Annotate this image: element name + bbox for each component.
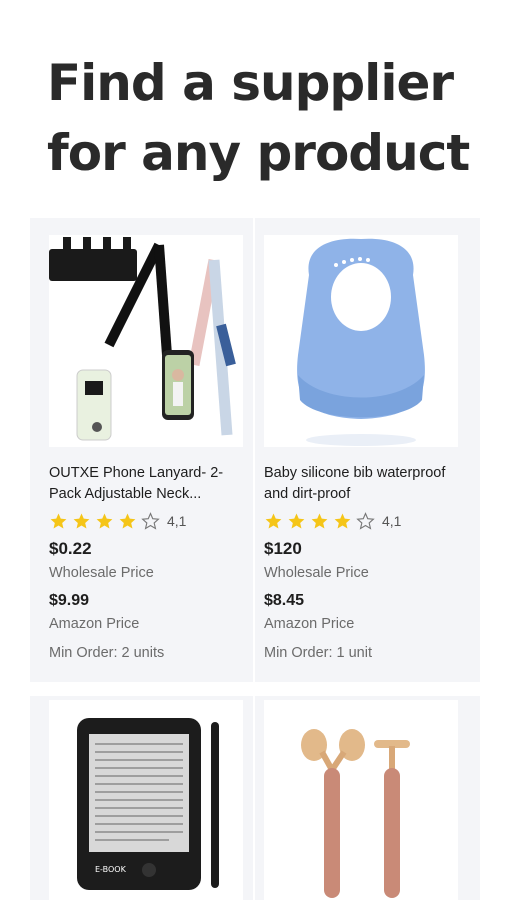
headline-line-2: for any product [47, 124, 470, 182]
min-order: Min Order: 1 unit [264, 645, 372, 661]
star-filled-icon [334, 513, 351, 529]
headline-line-1: Find a supplier [47, 54, 454, 112]
amazon-label: Amazon Price [49, 616, 140, 632]
star-filled-icon [265, 513, 282, 529]
product-title[interactable]: OUTXE Phone Lanyard- 2-Pack Adjustable N… [49, 463, 255, 505]
ebook-brand-label: E-BOOK [95, 865, 127, 874]
product-card[interactable]: Baby silicone bib waterproof and dirt-pr… [264, 235, 470, 661]
product-card[interactable] [264, 700, 470, 900]
product-rating: 4,1 [264, 511, 470, 531]
wholesale-label: Wholesale Price [264, 565, 369, 581]
product-rating: 4,1 [49, 511, 255, 531]
star-filled-icon [311, 513, 328, 529]
wholesale-label: Wholesale Price [49, 565, 154, 581]
product-title[interactable]: Baby silicone bib waterproof and dirt-pr… [264, 463, 470, 505]
product-card[interactable]: E-BOOK [49, 700, 255, 900]
wholesale-price: $120 [264, 539, 302, 558]
baby-bib-image[interactable] [264, 235, 458, 447]
amazon-price: $9.99 [49, 592, 90, 609]
star-filled-icon [96, 513, 113, 529]
product-card[interactable]: OUTXE Phone Lanyard- 2-Pack Adjustable N… [49, 235, 255, 661]
rating-value: 4,1 [167, 513, 187, 529]
phone-lanyard-image[interactable] [49, 235, 243, 447]
min-order: Min Order: 2 units [49, 645, 165, 661]
page-headline: Find a supplier for any product [47, 48, 487, 188]
amazon-label: Amazon Price [264, 616, 355, 632]
wholesale-price: $0.22 [49, 539, 92, 558]
rating-value: 4,1 [382, 513, 402, 529]
star-filled-icon [50, 513, 67, 529]
amazon-price: $8.45 [264, 592, 305, 609]
ebook-reader-image[interactable]: E-BOOK [49, 700, 243, 900]
star-outline-icon [356, 512, 375, 530]
star-filled-icon [73, 513, 90, 529]
star-outline-icon [141, 512, 160, 530]
grid-divider [30, 682, 480, 696]
star-filled-icon [288, 513, 305, 529]
star-filled-icon [119, 513, 136, 529]
face-roller-image[interactable] [264, 700, 458, 900]
